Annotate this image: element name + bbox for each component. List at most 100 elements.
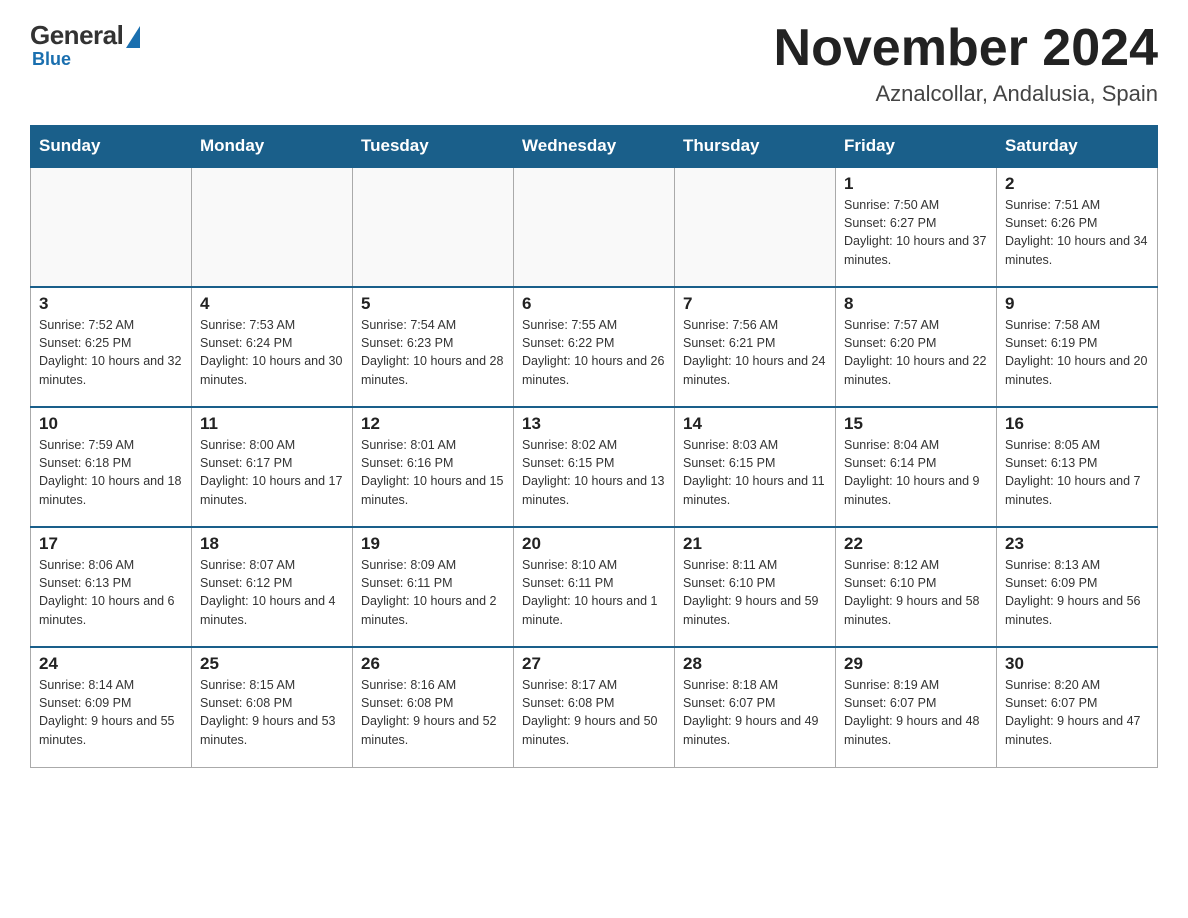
day-info: Sunrise: 7:55 AM Sunset: 6:22 PM Dayligh… — [522, 316, 666, 389]
day-info: Sunrise: 8:07 AM Sunset: 6:12 PM Dayligh… — [200, 556, 344, 629]
week-row-2: 3Sunrise: 7:52 AM Sunset: 6:25 PM Daylig… — [31, 287, 1158, 407]
day-info: Sunrise: 8:11 AM Sunset: 6:10 PM Dayligh… — [683, 556, 827, 629]
day-number: 22 — [844, 534, 988, 554]
day-info: Sunrise: 8:15 AM Sunset: 6:08 PM Dayligh… — [200, 676, 344, 749]
day-number: 26 — [361, 654, 505, 674]
day-info: Sunrise: 8:06 AM Sunset: 6:13 PM Dayligh… — [39, 556, 183, 629]
day-cell-3-6: 23Sunrise: 8:13 AM Sunset: 6:09 PM Dayli… — [997, 527, 1158, 647]
header-saturday: Saturday — [997, 126, 1158, 168]
day-number: 8 — [844, 294, 988, 314]
day-cell-4-6: 30Sunrise: 8:20 AM Sunset: 6:07 PM Dayli… — [997, 647, 1158, 767]
day-number: 4 — [200, 294, 344, 314]
day-info: Sunrise: 8:20 AM Sunset: 6:07 PM Dayligh… — [1005, 676, 1149, 749]
day-cell-0-6: 2Sunrise: 7:51 AM Sunset: 6:26 PM Daylig… — [997, 167, 1158, 287]
day-info: Sunrise: 8:05 AM Sunset: 6:13 PM Dayligh… — [1005, 436, 1149, 509]
day-cell-1-5: 8Sunrise: 7:57 AM Sunset: 6:20 PM Daylig… — [836, 287, 997, 407]
logo: General Blue — [30, 20, 140, 70]
day-number: 10 — [39, 414, 183, 434]
day-info: Sunrise: 8:13 AM Sunset: 6:09 PM Dayligh… — [1005, 556, 1149, 629]
day-number: 17 — [39, 534, 183, 554]
day-number: 29 — [844, 654, 988, 674]
day-cell-4-1: 25Sunrise: 8:15 AM Sunset: 6:08 PM Dayli… — [192, 647, 353, 767]
weekday-header-row: Sunday Monday Tuesday Wednesday Thursday… — [31, 126, 1158, 168]
day-number: 3 — [39, 294, 183, 314]
day-number: 25 — [200, 654, 344, 674]
day-number: 18 — [200, 534, 344, 554]
week-row-3: 10Sunrise: 7:59 AM Sunset: 6:18 PM Dayli… — [31, 407, 1158, 527]
day-number: 1 — [844, 174, 988, 194]
calendar-table: Sunday Monday Tuesday Wednesday Thursday… — [30, 125, 1158, 768]
day-cell-2-5: 15Sunrise: 8:04 AM Sunset: 6:14 PM Dayli… — [836, 407, 997, 527]
day-info: Sunrise: 7:56 AM Sunset: 6:21 PM Dayligh… — [683, 316, 827, 389]
header-sunday: Sunday — [31, 126, 192, 168]
week-row-4: 17Sunrise: 8:06 AM Sunset: 6:13 PM Dayli… — [31, 527, 1158, 647]
day-info: Sunrise: 8:18 AM Sunset: 6:07 PM Dayligh… — [683, 676, 827, 749]
day-cell-3-2: 19Sunrise: 8:09 AM Sunset: 6:11 PM Dayli… — [353, 527, 514, 647]
day-info: Sunrise: 7:57 AM Sunset: 6:20 PM Dayligh… — [844, 316, 988, 389]
day-info: Sunrise: 8:03 AM Sunset: 6:15 PM Dayligh… — [683, 436, 827, 509]
day-cell-3-1: 18Sunrise: 8:07 AM Sunset: 6:12 PM Dayli… — [192, 527, 353, 647]
day-info: Sunrise: 8:12 AM Sunset: 6:10 PM Dayligh… — [844, 556, 988, 629]
day-number: 6 — [522, 294, 666, 314]
day-cell-4-4: 28Sunrise: 8:18 AM Sunset: 6:07 PM Dayli… — [675, 647, 836, 767]
day-info: Sunrise: 7:53 AM Sunset: 6:24 PM Dayligh… — [200, 316, 344, 389]
day-info: Sunrise: 8:16 AM Sunset: 6:08 PM Dayligh… — [361, 676, 505, 749]
logo-top: General — [30, 20, 140, 51]
week-row-5: 24Sunrise: 8:14 AM Sunset: 6:09 PM Dayli… — [31, 647, 1158, 767]
header-monday: Monday — [192, 126, 353, 168]
day-number: 13 — [522, 414, 666, 434]
month-title: November 2024 — [774, 20, 1158, 77]
day-cell-1-3: 6Sunrise: 7:55 AM Sunset: 6:22 PM Daylig… — [514, 287, 675, 407]
day-cell-0-1 — [192, 167, 353, 287]
day-number: 28 — [683, 654, 827, 674]
day-cell-0-4 — [675, 167, 836, 287]
day-cell-1-6: 9Sunrise: 7:58 AM Sunset: 6:19 PM Daylig… — [997, 287, 1158, 407]
day-cell-2-6: 16Sunrise: 8:05 AM Sunset: 6:13 PM Dayli… — [997, 407, 1158, 527]
location-title: Aznalcollar, Andalusia, Spain — [774, 81, 1158, 107]
day-info: Sunrise: 8:17 AM Sunset: 6:08 PM Dayligh… — [522, 676, 666, 749]
day-cell-2-4: 14Sunrise: 8:03 AM Sunset: 6:15 PM Dayli… — [675, 407, 836, 527]
day-number: 24 — [39, 654, 183, 674]
day-number: 20 — [522, 534, 666, 554]
header-friday: Friday — [836, 126, 997, 168]
day-cell-1-2: 5Sunrise: 7:54 AM Sunset: 6:23 PM Daylig… — [353, 287, 514, 407]
day-number: 16 — [1005, 414, 1149, 434]
day-number: 12 — [361, 414, 505, 434]
day-info: Sunrise: 8:14 AM Sunset: 6:09 PM Dayligh… — [39, 676, 183, 749]
day-number: 2 — [1005, 174, 1149, 194]
title-section: November 2024 Aznalcollar, Andalusia, Sp… — [774, 20, 1158, 107]
day-number: 30 — [1005, 654, 1149, 674]
day-number: 5 — [361, 294, 505, 314]
day-cell-3-0: 17Sunrise: 8:06 AM Sunset: 6:13 PM Dayli… — [31, 527, 192, 647]
day-number: 15 — [844, 414, 988, 434]
day-number: 7 — [683, 294, 827, 314]
day-cell-3-3: 20Sunrise: 8:10 AM Sunset: 6:11 PM Dayli… — [514, 527, 675, 647]
day-info: Sunrise: 7:50 AM Sunset: 6:27 PM Dayligh… — [844, 196, 988, 269]
day-cell-4-3: 27Sunrise: 8:17 AM Sunset: 6:08 PM Dayli… — [514, 647, 675, 767]
day-info: Sunrise: 8:09 AM Sunset: 6:11 PM Dayligh… — [361, 556, 505, 629]
day-info: Sunrise: 7:54 AM Sunset: 6:23 PM Dayligh… — [361, 316, 505, 389]
day-number: 19 — [361, 534, 505, 554]
day-cell-0-3 — [514, 167, 675, 287]
day-info: Sunrise: 8:19 AM Sunset: 6:07 PM Dayligh… — [844, 676, 988, 749]
day-number: 14 — [683, 414, 827, 434]
day-info: Sunrise: 7:51 AM Sunset: 6:26 PM Dayligh… — [1005, 196, 1149, 269]
day-cell-0-2 — [353, 167, 514, 287]
day-number: 11 — [200, 414, 344, 434]
day-number: 23 — [1005, 534, 1149, 554]
header-wednesday: Wednesday — [514, 126, 675, 168]
logo-triangle-icon — [126, 26, 140, 48]
day-cell-2-1: 11Sunrise: 8:00 AM Sunset: 6:17 PM Dayli… — [192, 407, 353, 527]
day-info: Sunrise: 8:00 AM Sunset: 6:17 PM Dayligh… — [200, 436, 344, 509]
day-cell-1-1: 4Sunrise: 7:53 AM Sunset: 6:24 PM Daylig… — [192, 287, 353, 407]
day-number: 27 — [522, 654, 666, 674]
day-cell-1-0: 3Sunrise: 7:52 AM Sunset: 6:25 PM Daylig… — [31, 287, 192, 407]
page-header: General Blue November 2024 Aznalcollar, … — [30, 20, 1158, 107]
day-cell-3-5: 22Sunrise: 8:12 AM Sunset: 6:10 PM Dayli… — [836, 527, 997, 647]
day-info: Sunrise: 8:02 AM Sunset: 6:15 PM Dayligh… — [522, 436, 666, 509]
logo-blue-text: Blue — [32, 49, 71, 70]
day-cell-0-5: 1Sunrise: 7:50 AM Sunset: 6:27 PM Daylig… — [836, 167, 997, 287]
day-info: Sunrise: 8:10 AM Sunset: 6:11 PM Dayligh… — [522, 556, 666, 629]
day-cell-4-5: 29Sunrise: 8:19 AM Sunset: 6:07 PM Dayli… — [836, 647, 997, 767]
day-cell-2-0: 10Sunrise: 7:59 AM Sunset: 6:18 PM Dayli… — [31, 407, 192, 527]
